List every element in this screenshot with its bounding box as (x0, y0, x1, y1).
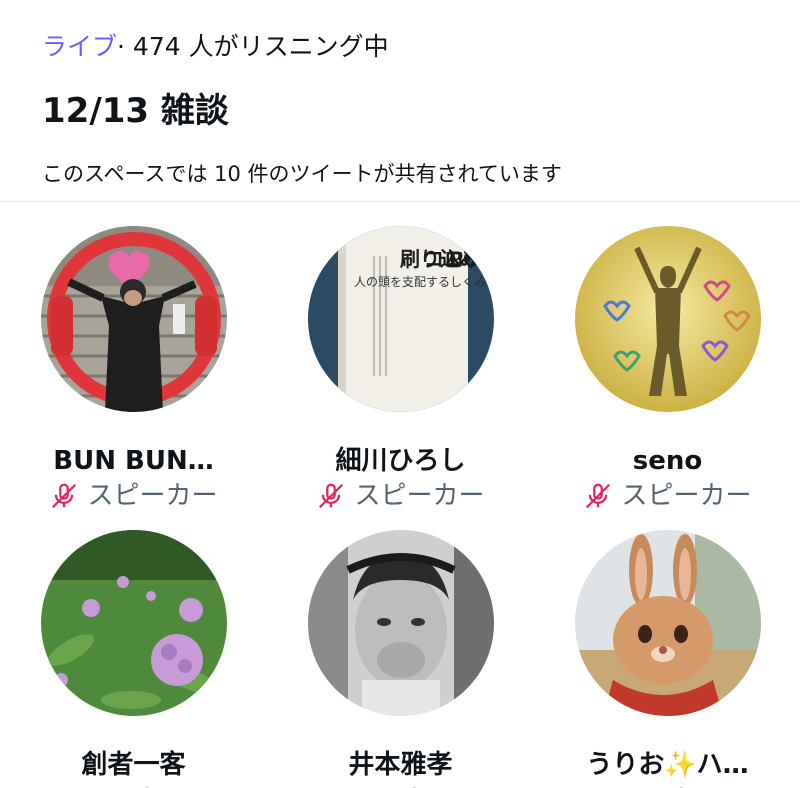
role-label: スピーカー (354, 481, 485, 511)
participant-role: リスナー (0, 782, 267, 788)
participant-card[interactable]: 井本雅孝 リスナー (267, 530, 534, 788)
mic-muted-icon (316, 481, 346, 511)
avatar[interactable] (574, 226, 761, 412)
participant-card[interactable]: BUN BUN… スピーカー (0, 226, 267, 526)
avatar-art-hearts (574, 226, 761, 412)
role-label: リスナー (81, 782, 185, 788)
participant-role: スピーカー (534, 478, 800, 514)
role-label: スピーカー (87, 481, 218, 511)
participant-role: スピーカー (0, 478, 267, 514)
participant-name: seno (632, 446, 703, 476)
participants-grid: BUN BUN… スピーカー PCRと コロナと 刷り込み (0, 202, 800, 788)
participant-card[interactable]: PCRと コロナと 刷り込み 人の頭を支配するしくみ 細川ひろし スピーカー (267, 226, 534, 526)
svg-text:刷り込み: 刷り込み (400, 247, 480, 271)
participant-card[interactable]: seno スピーカー (534, 226, 800, 526)
avatar-photo-stairs (40, 226, 227, 412)
participant-name: 井本雅孝 (348, 750, 453, 780)
avatar[interactable] (574, 530, 761, 716)
participant-name: 細川ひろし (335, 446, 466, 476)
role-label: リスナー (348, 782, 452, 788)
role-label: リスナー (615, 782, 719, 788)
participant-name: うりお✨ハ… (586, 750, 749, 780)
shared-tweets-note[interactable]: このスペースでは 10 件のツイートが共有されています (42, 158, 562, 190)
participant-card[interactable]: うりお✨ハ… リスナー (534, 530, 800, 788)
mic-muted-icon (583, 481, 613, 511)
live-status: ライブ· 474 人がリスニング中 (42, 30, 389, 64)
avatar-photo-plush-rabbit (574, 530, 761, 716)
avatar[interactable] (307, 530, 494, 716)
participant-card[interactable]: 創者一客 リスナー (0, 530, 267, 788)
separator: · (117, 32, 125, 61)
live-label: ライブ (42, 32, 118, 61)
space-title: 12/13 雑談 (42, 91, 229, 131)
avatar-photo-book: PCRと コロナと 刷り込み 人の頭を支配するしくみ (307, 226, 494, 412)
avatar[interactable]: PCRと コロナと 刷り込み 人の頭を支配するしくみ (307, 226, 494, 412)
svg-text:人の頭を支配するしくみ: 人の頭を支配するしくみ (354, 275, 486, 289)
avatar-photo-portrait (307, 530, 494, 716)
participant-name: 創者一客 (81, 750, 186, 780)
participant-name: BUN BUN… (53, 446, 214, 476)
listener-count: 474 人がリスニング中 (132, 32, 389, 61)
role-label: スピーカー (621, 481, 752, 511)
space-header: ライブ· 474 人がリスニング中 12/13 雑談 このスペースでは 10 件… (0, 0, 800, 202)
avatar[interactable] (40, 226, 227, 412)
avatar-photo-flowers (40, 530, 227, 716)
participant-role: リスナー (267, 782, 534, 788)
participant-role: スピーカー (267, 478, 534, 514)
participant-role: リスナー (534, 782, 800, 788)
mic-muted-icon (49, 481, 79, 511)
avatar[interactable] (40, 530, 227, 716)
